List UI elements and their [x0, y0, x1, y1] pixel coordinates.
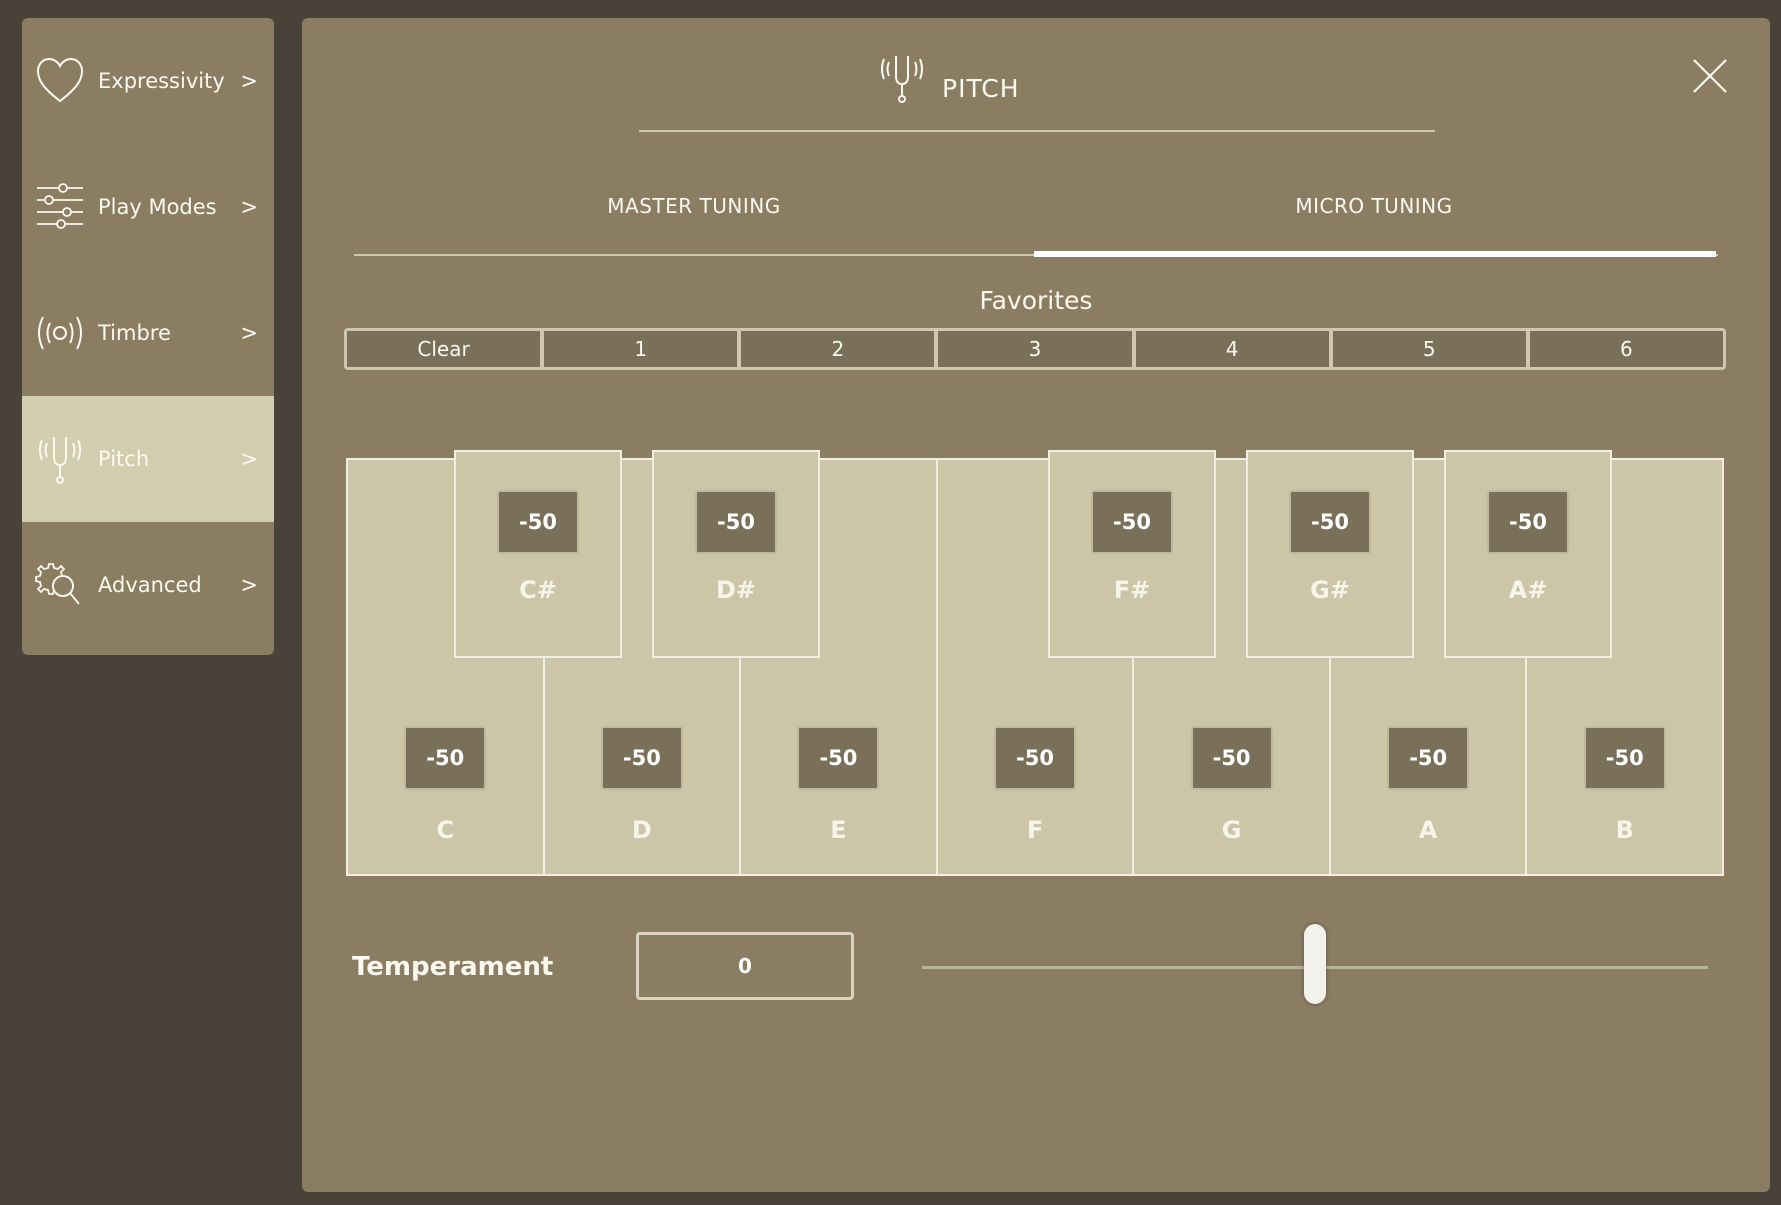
tab-micro-tuning[interactable]: MICRO TUNING: [1034, 194, 1714, 218]
favorite-5-button[interactable]: 5: [1332, 331, 1526, 367]
page-title: PITCH: [942, 74, 1020, 103]
key-value[interactable]: -50: [1091, 490, 1173, 554]
key-name: B: [1615, 816, 1634, 844]
favorites-bar: Clear 1 2 3 4 5 6: [344, 328, 1726, 370]
temperament-slider-thumb[interactable]: [1304, 924, 1326, 1004]
key-value[interactable]: -50: [1190, 726, 1273, 790]
key-f-sharp[interactable]: -50 F#: [1048, 450, 1216, 658]
key-name: D: [631, 816, 652, 844]
key-name: G: [1221, 816, 1242, 844]
chevron-right-icon: >: [240, 69, 258, 93]
tab-master-tuning[interactable]: MASTER TUNING: [354, 194, 1034, 218]
key-c-sharp[interactable]: -50 C#: [454, 450, 622, 658]
sidebar: Expressivity > Play Modes > Timbre > Pit…: [22, 18, 274, 655]
favorite-3-button[interactable]: 3: [938, 331, 1132, 367]
favorites-title: Favorites: [979, 286, 1093, 315]
key-name: F: [1026, 816, 1044, 844]
pitch-panel: PITCH MASTER TUNING MICRO TUNING Favorit…: [302, 18, 1770, 1192]
sidebar-item-label: Advanced: [98, 573, 202, 597]
favorite-clear-button[interactable]: Clear: [347, 331, 541, 367]
gear-search-icon: [34, 559, 86, 611]
tuning-fork-icon: [34, 433, 86, 485]
sidebar-item-pitch[interactable]: Pitch >: [22, 396, 274, 522]
key-value[interactable]: -50: [1583, 726, 1666, 790]
favorite-6-button[interactable]: 6: [1529, 331, 1723, 367]
sidebar-item-label: Play Modes: [98, 195, 217, 219]
close-icon[interactable]: [1690, 56, 1730, 96]
tuning-fork-icon: [878, 52, 926, 104]
key-name: C#: [519, 576, 557, 604]
sidebar-item-play-modes[interactable]: Play Modes >: [22, 144, 274, 270]
sidebar-item-label: Pitch: [98, 447, 150, 471]
chevron-right-icon: >: [240, 447, 258, 471]
key-name: E: [830, 816, 847, 844]
chevron-right-icon: >: [240, 195, 258, 219]
radio-waves-icon: [34, 307, 86, 359]
key-value[interactable]: -50: [497, 490, 579, 554]
key-value[interactable]: -50: [600, 726, 683, 790]
chevron-right-icon: >: [240, 321, 258, 345]
key-value[interactable]: -50: [994, 726, 1077, 790]
key-value[interactable]: -50: [1289, 490, 1371, 554]
key-value[interactable]: -50: [1487, 490, 1569, 554]
key-name: A: [1418, 816, 1438, 844]
key-a-sharp[interactable]: -50 A#: [1444, 450, 1612, 658]
sidebar-item-expressivity[interactable]: Expressivity >: [22, 18, 274, 144]
key-value[interactable]: -50: [797, 726, 880, 790]
favorite-4-button[interactable]: 4: [1135, 331, 1329, 367]
chevron-right-icon: >: [240, 573, 258, 597]
header-divider: [639, 130, 1435, 132]
key-value[interactable]: -50: [404, 726, 487, 790]
temperament-value-field[interactable]: 0: [636, 932, 854, 1000]
temperament-label: Temperament: [352, 952, 554, 982]
key-g-sharp[interactable]: -50 G#: [1246, 450, 1414, 658]
sidebar-item-label: Timbre: [98, 321, 171, 345]
active-tab-indicator: [1034, 251, 1716, 257]
favorite-2-button[interactable]: 2: [741, 331, 935, 367]
key-value[interactable]: -50: [1387, 726, 1470, 790]
sidebar-item-timbre[interactable]: Timbre >: [22, 270, 274, 396]
sidebar-item-label: Expressivity: [98, 69, 225, 93]
key-d-sharp[interactable]: -50 D#: [652, 450, 820, 658]
micro-tuning-keyboard: -50 C -50 D -50 E -50 F -50 G -50 A -50 …: [346, 450, 1724, 876]
sidebar-item-advanced[interactable]: Advanced >: [22, 522, 274, 648]
key-name: F#: [1113, 576, 1151, 604]
heart-icon: [34, 55, 86, 107]
key-name: G#: [1310, 576, 1350, 604]
key-name: D#: [715, 576, 757, 604]
key-name: C: [436, 816, 455, 844]
key-name: A#: [1508, 576, 1548, 604]
key-value[interactable]: -50: [695, 490, 777, 554]
favorite-1-button[interactable]: 1: [544, 331, 738, 367]
sliders-icon: [34, 181, 86, 233]
